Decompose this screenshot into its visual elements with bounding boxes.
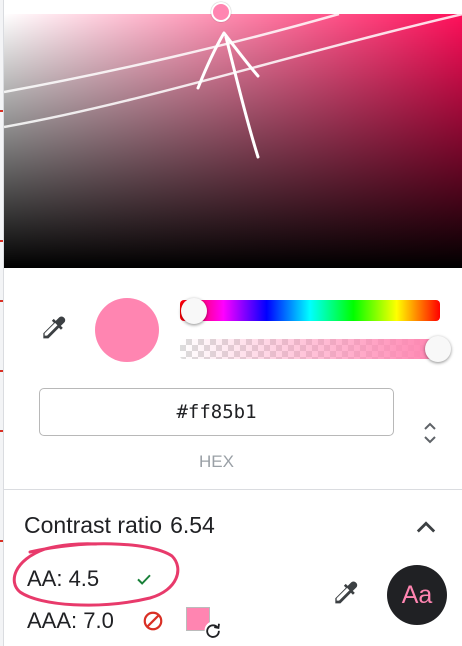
refresh-icon[interactable]	[203, 620, 223, 640]
chevron-up-down-icon[interactable]	[418, 418, 442, 448]
alpha-slider-handle[interactable]	[425, 336, 451, 362]
no-entry-icon	[143, 611, 163, 631]
check-icon	[137, 574, 151, 585]
eyedropper-icon[interactable]	[330, 578, 362, 610]
saturation-value-area[interactable]	[4, 14, 462, 268]
section-divider	[4, 489, 462, 490]
contrast-ratio-heading: Contrast ratio 6.54	[24, 512, 215, 539]
contrast-ratio-label: Contrast ratio	[24, 512, 163, 538]
current-color-swatch	[95, 298, 159, 362]
aa-threshold-label: AA: 4.5	[27, 566, 100, 591]
aaa-threshold-label: AAA: 7.0	[27, 608, 114, 633]
chevron-up-icon[interactable]	[412, 514, 440, 542]
alpha-slider[interactable]	[180, 339, 440, 359]
hex-input[interactable]	[39, 388, 394, 436]
contrast-ratio-value: 6.54	[170, 512, 215, 538]
contrast-threshold-lines	[4, 14, 462, 129]
format-label: HEX	[199, 452, 234, 471]
color-picker-panel: HEX Contrast ratio6.54 AA: 4.5 AAA: 7.0 …	[3, 0, 462, 646]
saturation-value-handle[interactable]	[211, 2, 231, 22]
contrast-preview-sample: Aa	[387, 565, 447, 625]
eyedropper-icon[interactable]	[38, 313, 70, 345]
hue-slider-handle[interactable]	[181, 298, 207, 324]
hue-slider[interactable]	[180, 300, 440, 321]
